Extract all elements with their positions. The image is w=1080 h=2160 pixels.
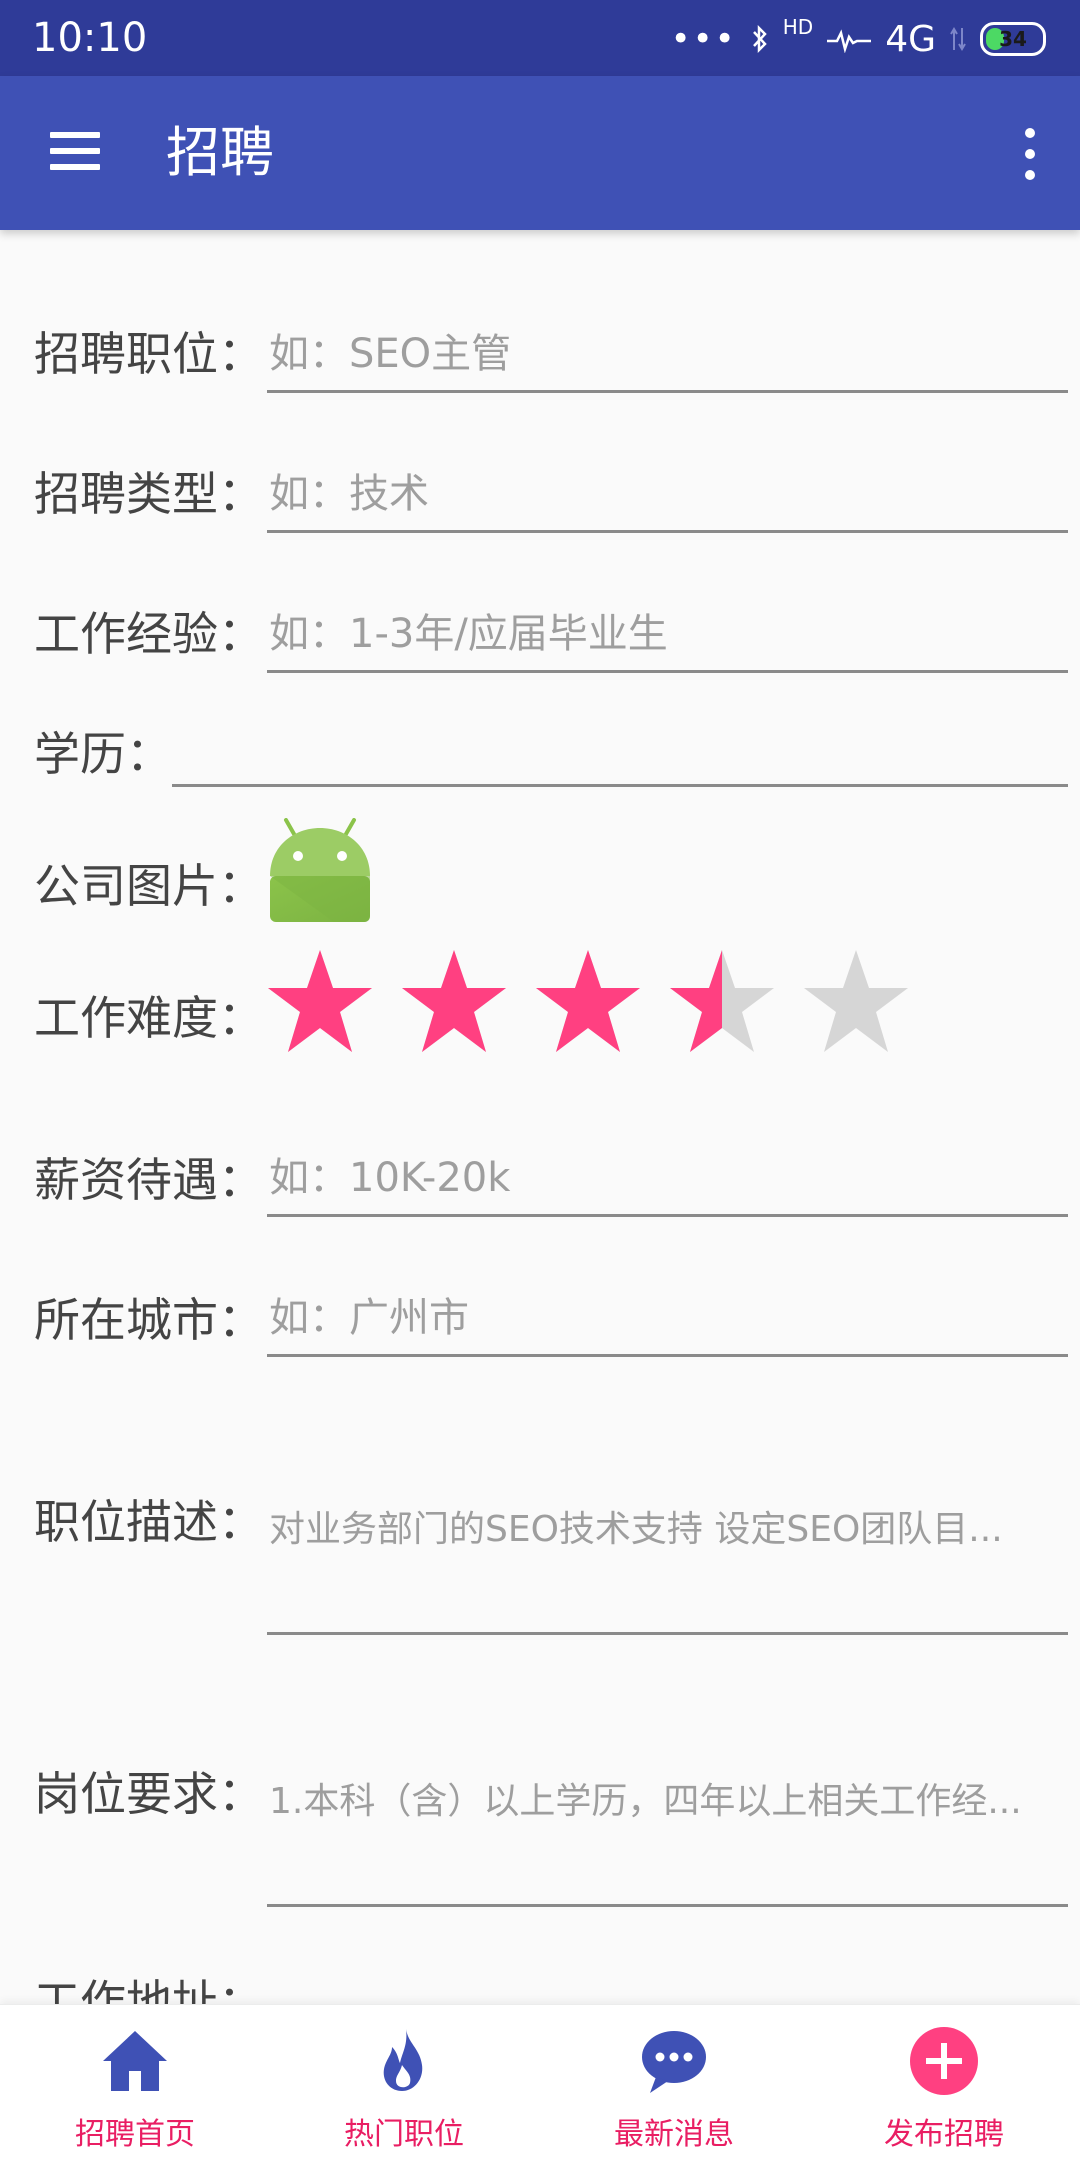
star-icon[interactable] [532,946,644,1058]
nav-item-hot-jobs[interactable]: 热门职位 [304,2025,504,2155]
status-time: 10:10 [32,15,148,61]
data-arrows-icon [950,27,966,51]
chat-icon [642,2031,706,2093]
difficulty-label: 工作难度： [34,991,264,1045]
nav-label-news: 最新消息 [614,2117,734,2152]
nav-item-news[interactable]: 最新消息 [574,2025,774,2155]
position-input[interactable]: 如：SEO主管 [267,326,1068,393]
fire-icon [383,2029,423,2091]
company-image-android-icon[interactable] [264,818,376,926]
requirements-label: 岗位要求： [34,1767,264,1821]
network-type: 4G [885,18,936,60]
nav-item-post-job[interactable]: 发布招聘 [844,2025,1044,2155]
hd-indicator: HD [782,15,814,39]
position-label: 招聘职位： [34,327,264,381]
description-label: 职位描述： [34,1495,264,1549]
status-icons: ••• HD 4G 34 [671,14,1046,64]
star-icon[interactable] [666,946,778,1058]
description-text: 对业务部门的SEO技术支持 设定SEO团队目... [269,1509,1003,1550]
nav-label-home: 招聘首页 [75,2117,195,2152]
menu-icon[interactable] [44,128,104,178]
signal-wave-icon [827,29,872,53]
more-options-icon[interactable] [1020,128,1040,182]
difficulty-rating-bar[interactable] [264,946,912,1066]
requirements-input[interactable]: 1.本科（含）以上学历，四年以上相关工作经... [267,1772,1068,1907]
type-input[interactable]: 如：技术 [267,466,1068,533]
home-icon [103,2031,167,2091]
description-input[interactable]: 对业务部门的SEO技术支持 设定SEO团队目... [267,1500,1068,1635]
nav-item-home[interactable]: 招聘首页 [35,2025,235,2155]
city-input[interactable]: 如：广州市 [267,1290,1068,1357]
education-label: 学历： [34,727,172,781]
add-icon [910,2027,978,2095]
star-icon[interactable] [800,946,912,1058]
bluetooth-icon [752,25,767,53]
bottom-navigation: 招聘首页 热门职位 最新消息 发布招聘 [0,2004,1080,2160]
notification-dots: ••• [670,19,737,59]
salary-label: 薪资待遇： [34,1153,264,1207]
salary-input[interactable]: 如：10K-20k [267,1150,1068,1217]
star-icon[interactable] [264,946,376,1058]
city-label: 所在城市： [34,1293,264,1347]
nav-label-post-job: 发布招聘 [884,2117,1004,2152]
app-bar: 招聘 [0,76,1080,230]
battery-icon: 34 [980,22,1046,56]
battery-level: 34 [999,27,1027,51]
experience-label: 工作经验： [34,607,264,661]
page-title: 招聘 [166,121,274,184]
screen: 10:10 ••• HD 4G 34 招聘 招聘职位： 如：SEO主管 招聘类型… [0,0,1080,2160]
education-input[interactable] [172,720,1068,787]
nav-label-hot-jobs: 热门职位 [344,2117,464,2152]
type-label: 招聘类型： [34,467,264,521]
experience-input[interactable]: 如：1-3年/应届毕业生 [267,606,1068,673]
requirements-text: 1.本科（含）以上学历，四年以上相关工作经... [269,1781,1022,1822]
status-bar: 10:10 ••• HD 4G 34 [0,0,1080,76]
star-icon[interactable] [398,946,510,1058]
company-image-label: 公司图片： [34,859,264,913]
